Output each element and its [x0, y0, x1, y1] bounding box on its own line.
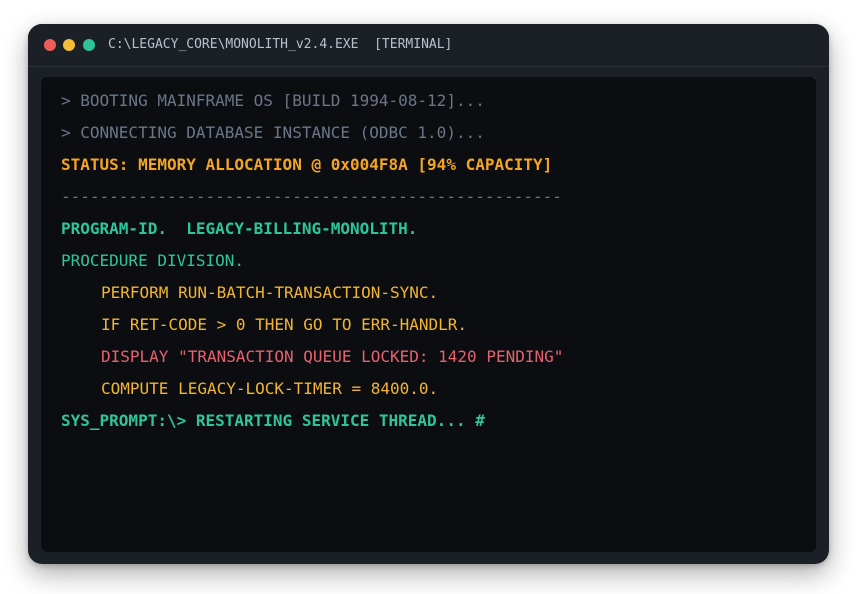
terminal-line-perform: PERFORM RUN-BATCH-TRANSACTION-SYNC. — [101, 283, 439, 302]
terminal-line-procedure: PROCEDURE DIVISION. — [61, 251, 245, 270]
terminal-line-connect: > CONNECTING DATABASE INSTANCE (ODBC 1.0… — [61, 123, 485, 142]
terminal-line-boot: > BOOTING MAINFRAME OS [BUILD 1994-08-12… — [61, 91, 485, 110]
terminal-line-compute: COMPUTE LEGACY-LOCK-TIMER = 8400.0. — [101, 379, 439, 398]
terminal-output[interactable]: > BOOTING MAINFRAME OS [BUILD 1994-08-12… — [41, 77, 816, 552]
title-bar: C:\LEGACY_CORE\MONOLITH_v2.4.EXE [TERMIN… — [28, 24, 829, 67]
terminal-line-program-id: PROGRAM-ID. LEGACY-BILLING-MONOLITH. — [61, 219, 418, 238]
terminal-line-display: DISPLAY "TRANSACTION QUEUE LOCKED: 1420 … — [101, 347, 564, 366]
terminal-line-if: IF RET-CODE > 0 THEN GO TO ERR-HANDLR. — [101, 315, 468, 334]
maximize-window-button[interactable] — [83, 39, 95, 51]
minimize-window-button[interactable] — [63, 39, 75, 51]
close-window-button[interactable] — [44, 39, 56, 51]
terminal-prompt-line: SYS_PROMPT:\> RESTARTING SERVICE THREAD.… — [61, 411, 485, 430]
window-title: C:\LEGACY_CORE\MONOLITH_v2.4.EXE [TERMIN… — [108, 37, 453, 52]
terminal-separator: ----------------------------------------… — [61, 187, 562, 206]
terminal-line-status: STATUS: MEMORY ALLOCATION @ 0x004F8A [94… — [61, 155, 553, 174]
terminal-window: C:\LEGACY_CORE\MONOLITH_v2.4.EXE [TERMIN… — [28, 24, 829, 564]
